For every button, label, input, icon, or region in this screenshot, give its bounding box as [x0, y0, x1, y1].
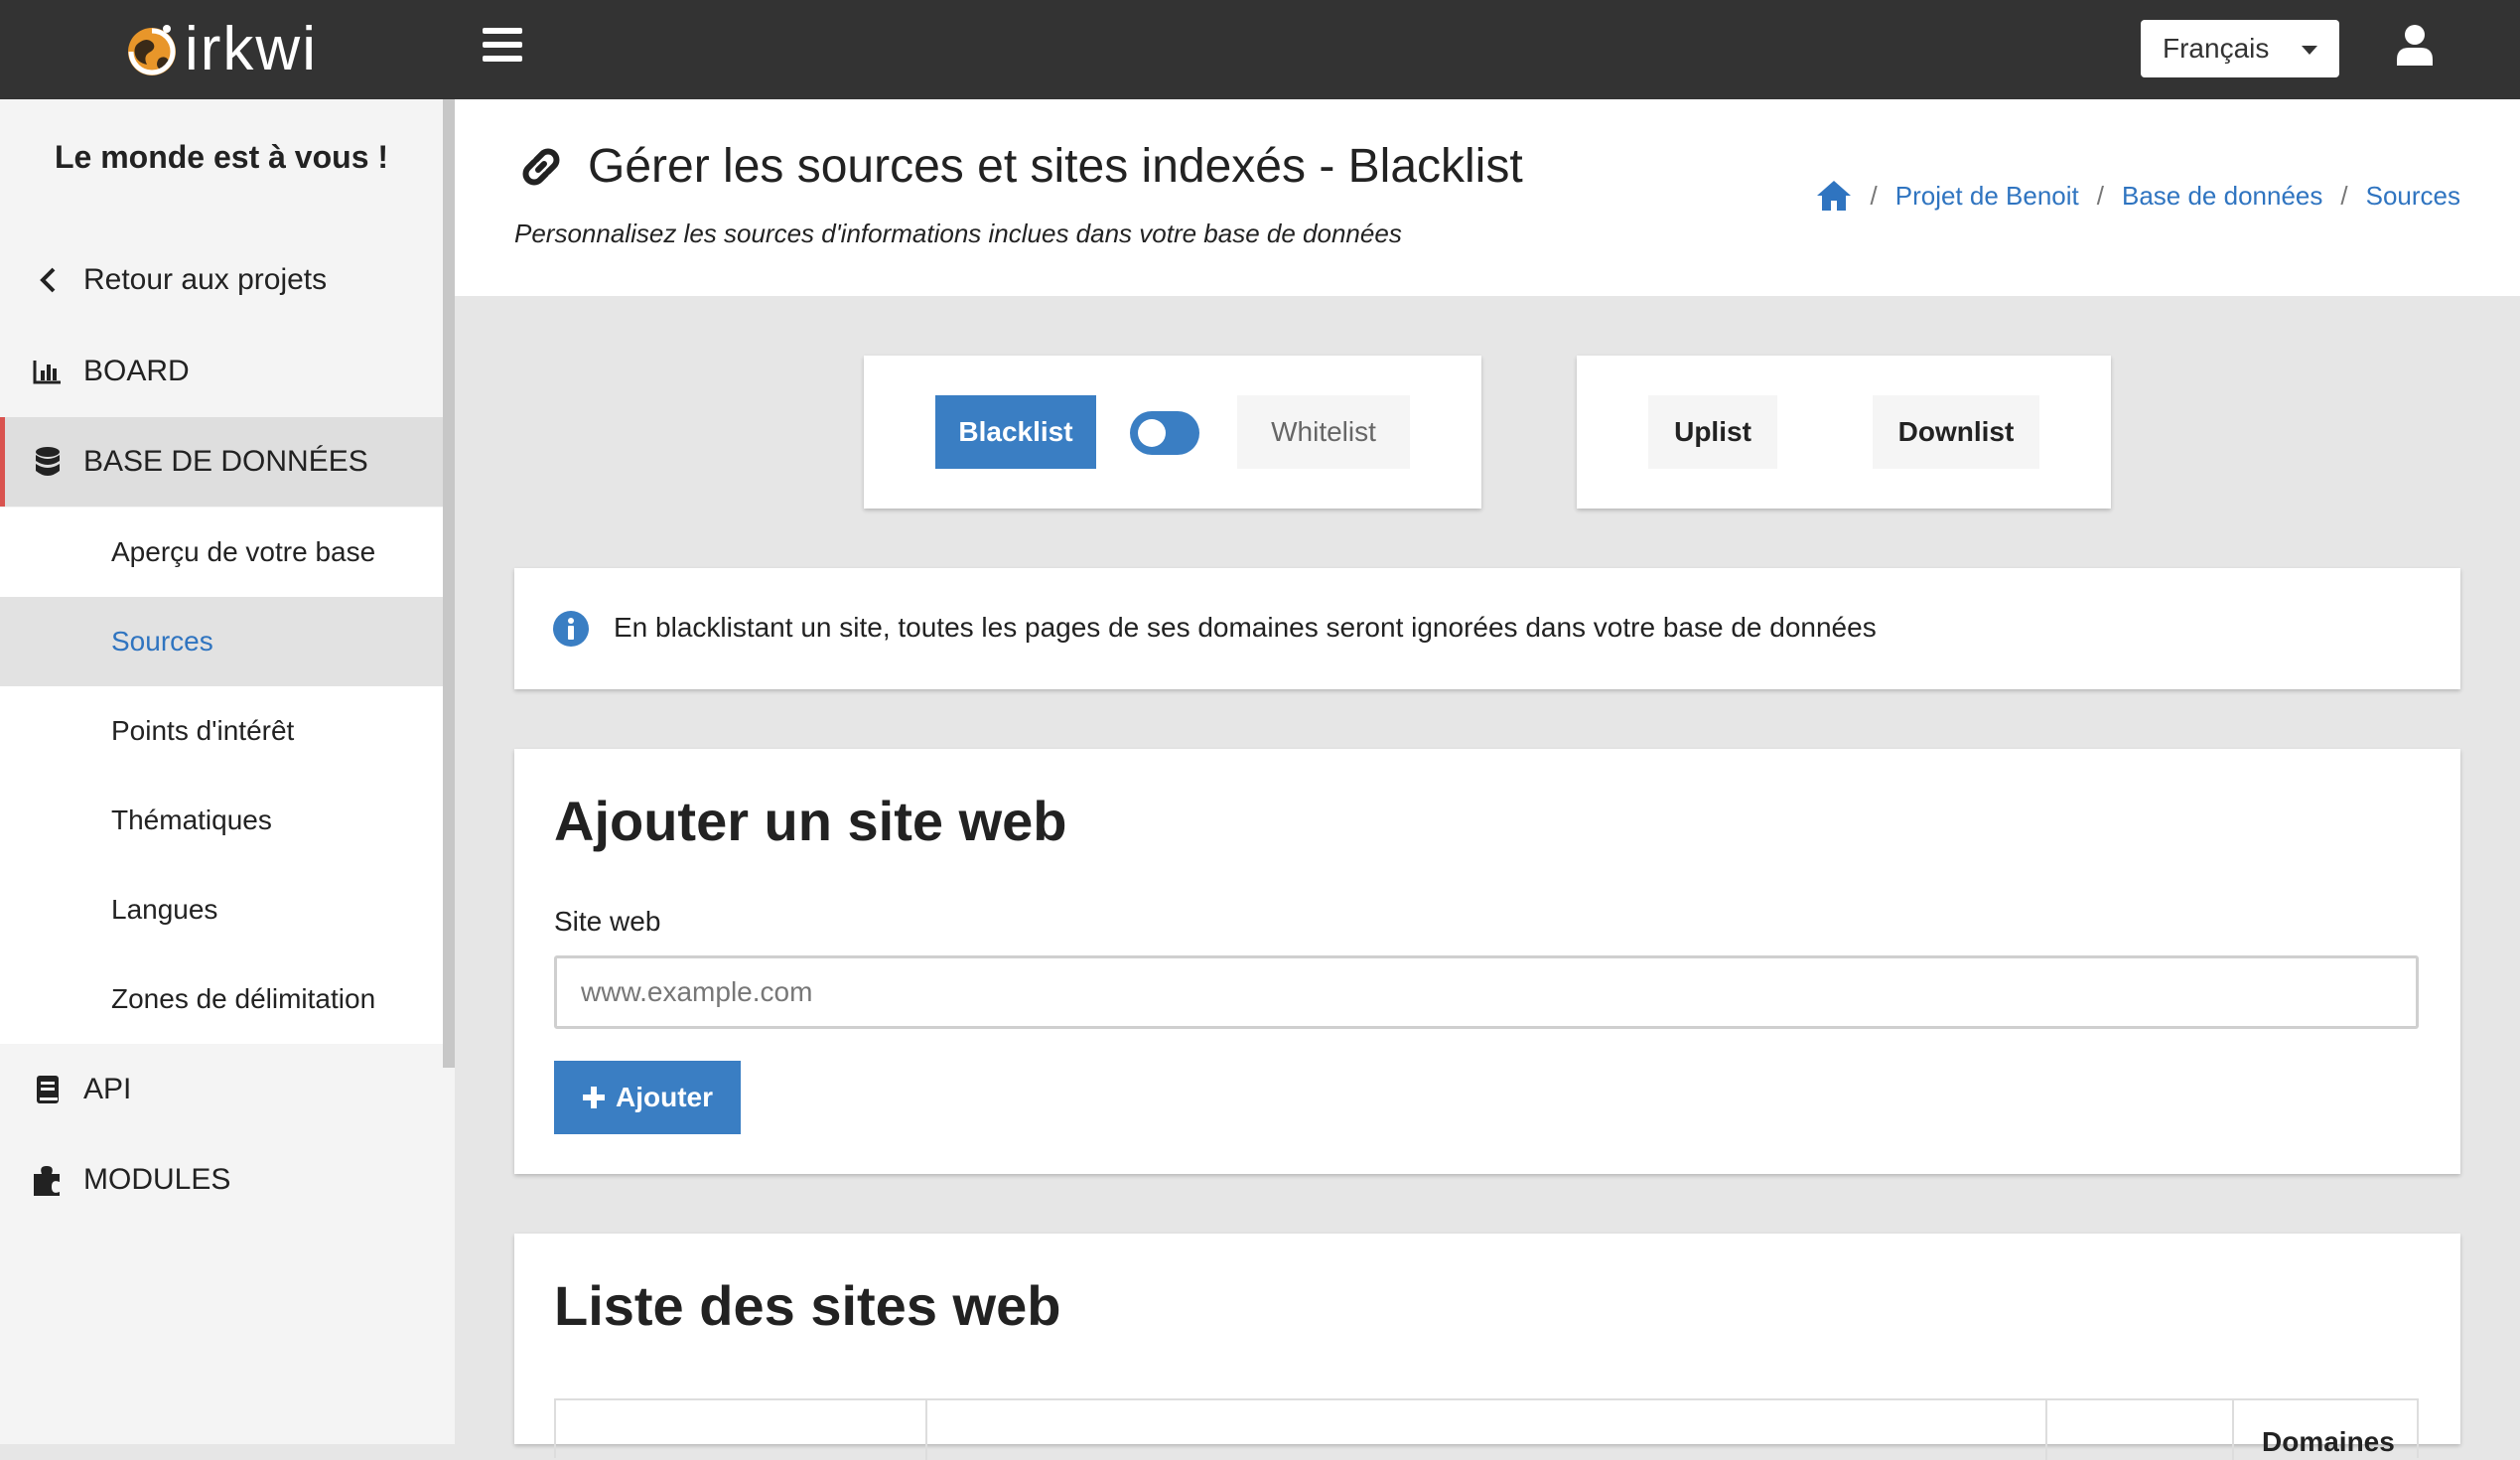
sidebar-subitem-sources[interactable]: Sources: [0, 597, 443, 686]
sidebar-scrollbar[interactable]: [443, 99, 455, 1068]
sidebar-item-database[interactable]: BASE DE DONNÉES: [0, 417, 443, 507]
sidebar-item-board[interactable]: BOARD: [0, 327, 443, 416]
chevron-left-icon: [32, 264, 64, 296]
sidebar-item-label: Retour aux projets: [83, 263, 328, 296]
add-site-card: Ajouter un site web Site web Ajouter: [514, 749, 2460, 1174]
add-site-title: Ajouter un site web: [554, 790, 1067, 852]
link-icon: [522, 148, 560, 185]
whitelist-button[interactable]: Whitelist: [1237, 395, 1410, 469]
page-title: Gérer les sources et sites indexés - Bla…: [516, 139, 1523, 194]
plus-icon: [583, 1087, 605, 1108]
site-list-table: [554, 1398, 2419, 1460]
breadcrumb-sources[interactable]: Sources: [2366, 181, 2460, 212]
language-select[interactable]: Français: [2141, 20, 2339, 77]
info-card: En blacklistant un site, toutes les page…: [514, 568, 2460, 689]
breadcrumb-project[interactable]: Projet de Benoit: [1895, 181, 2079, 212]
uplist-button[interactable]: Uplist: [1648, 395, 1777, 469]
page-title-text: Gérer les sources et sites indexés - Bla…: [588, 140, 1523, 193]
downlist-button[interactable]: Downlist: [1873, 395, 2039, 469]
sidebar-item-label: MODULES: [83, 1163, 231, 1196]
menu-toggle-icon[interactable]: [483, 28, 522, 68]
add-site-button-label: Ajouter: [616, 1082, 713, 1112]
language-select-value: Français: [2163, 33, 2270, 64]
globe-logo-icon: [128, 25, 176, 75]
breadcrumb-separator: /: [2096, 180, 2104, 211]
sidebar-item-back[interactable]: Retour aux projets: [0, 235, 443, 325]
blacklist-whitelist-toggle[interactable]: [1130, 411, 1199, 455]
database-icon: [32, 446, 64, 478]
sidebar-subitem-boundary-zones[interactable]: Zones de délimitation: [0, 954, 443, 1044]
cirkwi-logo[interactable]: irkwi: [121, 12, 318, 87]
book-icon: [32, 1074, 64, 1105]
breadcrumb: / Projet de Benoit / Base de données / S…: [1815, 179, 2460, 213]
sidebar-item-modules[interactable]: MODULES: [0, 1135, 443, 1225]
table-column-divider: [2045, 1400, 2047, 1460]
sidebar-subitem-themes[interactable]: Thématiques: [0, 776, 443, 865]
caret-down-icon: [2302, 46, 2317, 55]
sidebar-subitem-languages[interactable]: Langues: [0, 865, 443, 954]
sidebar: Le monde est à vous ! Retour aux projets…: [0, 99, 455, 1444]
column-header-domaines[interactable]: Domaines: [2262, 1426, 2395, 1458]
breadcrumb-database[interactable]: Base de données: [2122, 181, 2322, 212]
add-site-button[interactable]: Ajouter: [554, 1061, 741, 1134]
info-message: En blacklistant un site, toutes les page…: [614, 612, 1877, 643]
table-column-divider: [2232, 1400, 2234, 1460]
site-list-title: Liste des sites web: [554, 1274, 1061, 1337]
sidebar-item-label: BOARD: [83, 355, 190, 387]
puzzle-icon: [32, 1164, 64, 1196]
bar-chart-icon: [32, 356, 64, 387]
ranking-card: Uplist Downlist: [1577, 356, 2111, 509]
page-subtitle: Personnalisez les sources d'informations…: [514, 219, 1402, 248]
info-icon: [553, 611, 589, 647]
user-icon[interactable]: [2397, 24, 2433, 66]
site-web-input[interactable]: [554, 955, 2419, 1029]
sidebar-item-label: API: [83, 1073, 132, 1105]
sidebar-subitem-points-of-interest[interactable]: Points d'intérêt: [0, 686, 443, 776]
sidebar-item-api[interactable]: API: [0, 1045, 443, 1134]
logo-text: irkwi: [185, 15, 318, 83]
content-header: Gérer les sources et sites indexés - Bla…: [455, 99, 2520, 296]
breadcrumb-separator: /: [2340, 180, 2348, 211]
home-icon[interactable]: [1815, 179, 1853, 213]
list-mode-card: Blacklist Whitelist: [864, 356, 1481, 509]
sidebar-subitem-overview[interactable]: Aperçu de votre base: [0, 508, 443, 597]
top-navbar: irkwi Français: [0, 0, 2520, 99]
sidebar-item-label: BASE DE DONNÉES: [83, 445, 368, 478]
sidebar-tagline: Le monde est à vous !: [54, 139, 389, 175]
blacklist-button[interactable]: Blacklist: [935, 395, 1096, 469]
table-column-divider: [925, 1400, 927, 1460]
site-list-card: Liste des sites web: [514, 1234, 2460, 1460]
site-web-label: Site web: [554, 906, 661, 937]
breadcrumb-separator: /: [1870, 180, 1878, 211]
